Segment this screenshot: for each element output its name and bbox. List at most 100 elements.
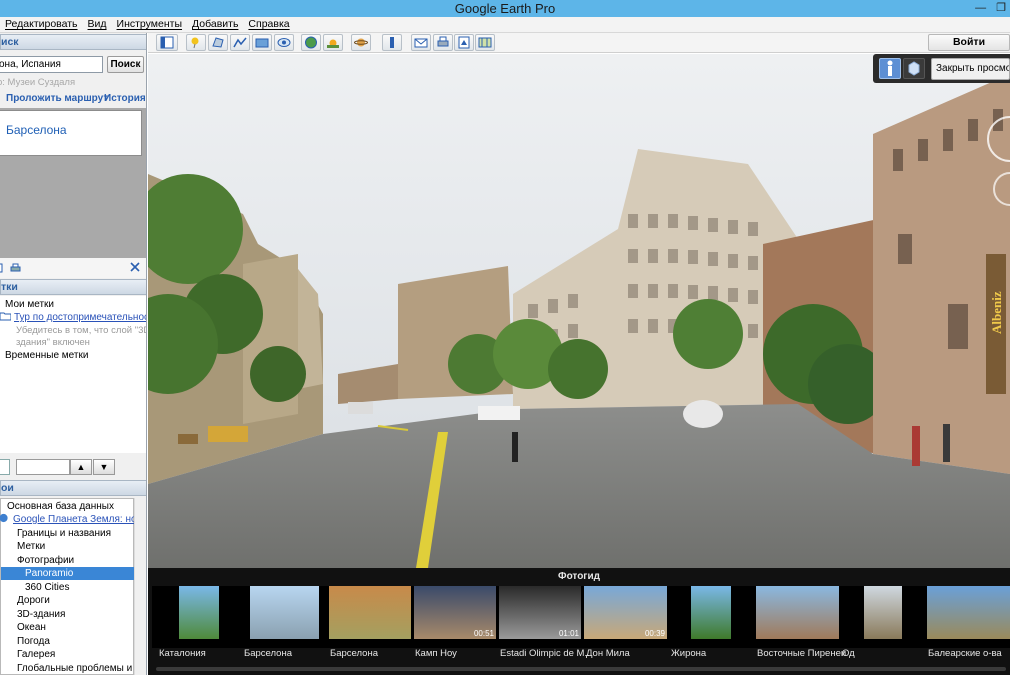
- video-duration: 01:01: [558, 629, 579, 638]
- layer-label: Границы и названия: [17, 528, 111, 539]
- view-in-maps-button[interactable]: [475, 34, 495, 51]
- print-icon[interactable]: [10, 263, 21, 273]
- move-up-button[interactable]: ▲: [70, 459, 92, 475]
- layer-label: Галерея: [17, 649, 56, 660]
- places-search-input[interactable]: [16, 459, 70, 475]
- street-view-viewport[interactable]: Albeniz: [148, 54, 1010, 568]
- polygon-button[interactable]: [208, 34, 228, 51]
- save-image-button[interactable]: [454, 34, 474, 51]
- login-button[interactable]: Войти: [928, 34, 1010, 51]
- photo-caption[interactable]: Камп Ноу: [415, 648, 457, 659]
- photo-thumb[interactable]: 00:39: [584, 586, 667, 639]
- places-toolbar: [0, 258, 146, 278]
- list-view-button[interactable]: [0, 459, 10, 475]
- tree-item-tour[interactable]: Тур по достопримечательностям: [0, 311, 146, 324]
- photo-caption[interactable]: Жирона: [671, 648, 706, 659]
- minimize-button[interactable]: —: [975, 0, 986, 17]
- email-button[interactable]: [411, 34, 431, 51]
- search-result-item[interactable]: Барселона: [0, 110, 142, 156]
- layer-label: Дороги: [17, 595, 50, 606]
- photo-caption[interactable]: Каталония: [159, 648, 206, 659]
- move-down-button[interactable]: ▼: [93, 459, 115, 475]
- layer-global-issues[interactable]: Глобальные проблемы и ...: [1, 662, 143, 675]
- ground-level-button[interactable]: [879, 58, 901, 79]
- search-button[interactable]: Поиск: [107, 56, 144, 73]
- photo-thumb[interactable]: [927, 586, 1010, 639]
- photo-thumb[interactable]: [179, 586, 219, 639]
- photo-thumb[interactable]: 00:51: [414, 586, 496, 639]
- photo-thumb[interactable]: [864, 586, 902, 639]
- menu-help[interactable]: Справка: [243, 17, 294, 32]
- layer-photos[interactable]: Фотографии: [1, 554, 135, 567]
- tour-link[interactable]: Тур по достопримечательностям: [14, 312, 146, 323]
- layer-gallery[interactable]: Галерея: [1, 648, 135, 661]
- menu-view[interactable]: Вид: [83, 17, 112, 32]
- search-input[interactable]: она, Испания: [0, 56, 103, 73]
- places-nav-bar: ▲ ▼: [0, 457, 146, 477]
- layer-label: 3D-здания: [17, 609, 66, 620]
- photo-thumb[interactable]: [756, 586, 839, 639]
- toolbar: Войти: [148, 33, 1010, 53]
- layer-360-cities[interactable]: 360 Cities: [1, 581, 135, 594]
- tree-item-temp[interactable]: Временные метки: [0, 349, 88, 362]
- restore-button[interactable]: ❐: [996, 0, 1006, 17]
- layer-google-earth-new[interactable]: Google Планета Земля: новое: [0, 513, 146, 526]
- layer-ocean[interactable]: Океан: [1, 621, 135, 634]
- photo-thumb[interactable]: [250, 586, 319, 639]
- overlay-button[interactable]: [252, 34, 272, 51]
- photo-caption[interactable]: Барселона: [244, 648, 292, 659]
- layer-panoramio[interactable]: Panoramio: [1, 567, 135, 581]
- search-result-label[interactable]: Барселона: [6, 123, 67, 137]
- ruler-button[interactable]: [382, 34, 402, 51]
- placemark-button[interactable]: [186, 34, 206, 51]
- photo-caption[interactable]: Балеарские о-ва: [928, 648, 1002, 659]
- search-results: Барселона: [0, 108, 146, 258]
- layer-weather[interactable]: Погода: [1, 635, 135, 648]
- street-view-image[interactable]: Albeniz: [148, 54, 1010, 568]
- history-link[interactable]: История: [104, 93, 146, 104]
- menu-edit[interactable]: Редактировать: [0, 17, 83, 32]
- pushpin-icon: [191, 37, 199, 49]
- layer-places[interactable]: Метки: [1, 540, 135, 553]
- window-title: Google Earth Pro: [454, 1, 556, 16]
- historical-imagery-button[interactable]: [301, 34, 321, 51]
- layers-scrollbar[interactable]: [134, 498, 146, 675]
- photo-guide-scrollbar[interactable]: [156, 667, 1006, 671]
- globe-clock-icon: [305, 36, 317, 49]
- radio-icon[interactable]: [0, 349, 2, 359]
- sidebar-toggle-button[interactable]: [156, 34, 178, 51]
- photo-caption[interactable]: Estadi Olimpic de M...: [500, 648, 592, 659]
- layer-borders[interactable]: Границы и названия: [1, 527, 135, 540]
- copy-icon[interactable]: [0, 263, 4, 273]
- photo-thumb[interactable]: [691, 586, 731, 639]
- photo-thumb[interactable]: [329, 586, 411, 639]
- exit-photo-button[interactable]: Закрыть просмотр: [931, 58, 1010, 80]
- photo-caption[interactable]: Од: [842, 648, 855, 659]
- polygon-icon: [212, 37, 224, 48]
- layer-label: Океан: [17, 622, 46, 633]
- record-tour-button[interactable]: [274, 34, 294, 51]
- photo-caption[interactable]: Дон Мила: [586, 648, 630, 659]
- layer-roads[interactable]: Дороги: [1, 594, 135, 607]
- print-button[interactable]: [433, 34, 453, 51]
- places-panel-header[interactable]: тки: [0, 279, 146, 295]
- search-panel-header[interactable]: иск: [0, 34, 146, 50]
- photo-thumb[interactable]: 01:01: [499, 586, 581, 639]
- title-bar: Google Earth Pro — ❐: [0, 0, 1010, 17]
- photo-caption[interactable]: Барселона: [330, 648, 378, 659]
- planets-button[interactable]: [351, 34, 371, 51]
- route-link[interactable]: Проложить маршрут: [6, 93, 108, 104]
- path-button[interactable]: [230, 34, 250, 51]
- layer-label: Метки: [17, 541, 46, 552]
- sunlight-button[interactable]: [323, 34, 343, 51]
- layers-panel-header[interactable]: ои: [0, 480, 146, 496]
- layer-label[interactable]: Google Планета Земля: новое: [13, 514, 146, 525]
- layer-3d-buildings[interactable]: 3D-здания: [1, 608, 135, 621]
- menu-tools[interactable]: Инструменты: [112, 17, 187, 32]
- close-icon[interactable]: [130, 262, 140, 272]
- tree-item-my-places[interactable]: Мои метки: [0, 298, 54, 311]
- layer-primary-db[interactable]: Основная база данных: [1, 500, 135, 513]
- photo-view-button[interactable]: [903, 58, 925, 79]
- photo-caption[interactable]: Восточные Пиренеи: [757, 648, 846, 659]
- menu-add[interactable]: Добавить: [187, 17, 243, 32]
